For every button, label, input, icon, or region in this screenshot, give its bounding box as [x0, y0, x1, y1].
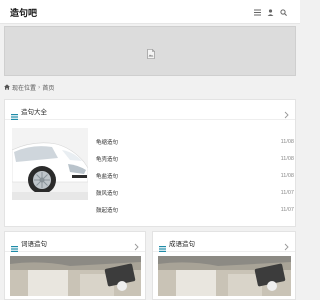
list-item[interactable]: 鼓起造句 11/07 — [96, 204, 294, 216]
item-title[interactable]: 鼓起造句 — [96, 206, 118, 214]
chevron-right-icon[interactable] — [134, 238, 139, 256]
item-title[interactable]: 鼓风造句 — [96, 189, 118, 197]
breadcrumb-separator: › — [38, 83, 41, 91]
list-icon — [11, 107, 18, 125]
list-item[interactable]: 龟缩造句 11/08 — [96, 136, 294, 148]
list-item[interactable]: 龟壳造句 11/08 — [96, 153, 294, 165]
breadcrumb: 现在位置 › 首页 — [4, 80, 54, 94]
desk-photo[interactable] — [10, 256, 141, 296]
chevron-right-icon[interactable] — [284, 238, 289, 256]
list-icon — [11, 239, 18, 257]
user-icon[interactable] — [263, 5, 277, 19]
list-item[interactable]: 龟盐造句 11/08 — [96, 170, 294, 182]
item-title[interactable]: 龟壳造句 — [96, 155, 118, 163]
site-logo[interactable]: 造句吧 — [10, 6, 37, 19]
main-section-title[interactable]: 造句大全 — [21, 106, 47, 116]
main-section-card: 造句大全 龟缩造句 11/08 龟壳造句 11/08 龟盐造句 11/08 鼓风… — [4, 99, 296, 227]
sub-section-card: 词语造句 — [4, 231, 146, 300]
breadcrumb-current-label: 现在位置 — [12, 84, 37, 92]
menu-icon[interactable] — [250, 5, 264, 19]
item-date: 11/08 — [280, 173, 294, 179]
list-icon — [159, 239, 166, 257]
banner — [4, 26, 296, 76]
sub-section-header: 词语造句 — [5, 232, 145, 252]
desk-photo[interactable] — [158, 256, 291, 296]
site-header: 造句吧 — [0, 0, 300, 24]
item-date: 11/08 — [280, 139, 294, 145]
home-icon[interactable] — [4, 84, 10, 90]
chevron-right-icon[interactable] — [284, 106, 289, 124]
main-section-header: 造句大全 — [5, 100, 295, 120]
list-item[interactable]: 鼓风造句 11/07 — [96, 187, 294, 199]
search-icon[interactable] — [276, 5, 290, 19]
sub-section-title[interactable]: 成语造句 — [169, 238, 195, 248]
sub-section-card: 成语造句 — [152, 231, 296, 300]
broken-image-icon — [147, 46, 155, 64]
item-title[interactable]: 龟盐造句 — [96, 172, 118, 180]
item-date: 11/07 — [280, 207, 294, 213]
sub-section-header: 成语造句 — [153, 232, 295, 252]
item-date: 11/07 — [280, 190, 294, 196]
car-thumbnail[interactable] — [12, 128, 88, 200]
item-title[interactable]: 龟缩造句 — [96, 138, 118, 146]
item-date: 11/08 — [280, 156, 294, 162]
breadcrumb-page[interactable]: 首页 — [42, 83, 54, 92]
sub-section-title[interactable]: 词语造句 — [21, 238, 47, 248]
